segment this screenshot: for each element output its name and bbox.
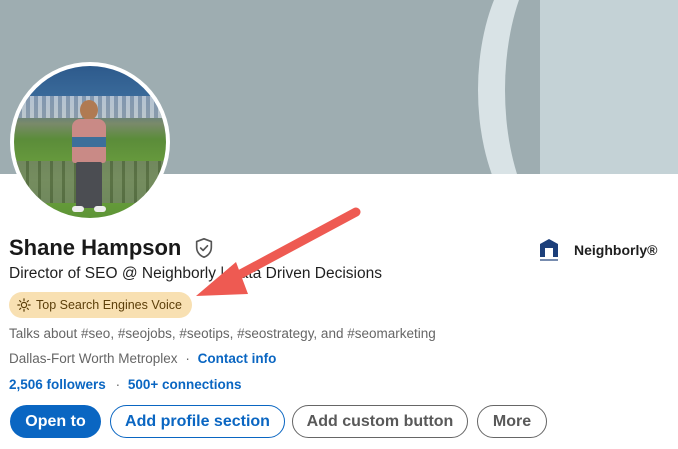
photo-person-head bbox=[80, 100, 98, 120]
profile-photo[interactable] bbox=[10, 62, 170, 222]
photo-person-shoe bbox=[72, 206, 84, 212]
more-button[interactable]: More bbox=[477, 405, 547, 438]
open-to-button[interactable]: Open to bbox=[10, 405, 101, 438]
location-text: Dallas-Fort Worth Metroplex bbox=[9, 351, 178, 366]
neighborly-logo-icon bbox=[540, 239, 558, 261]
followers-link[interactable]: 2,506 followers bbox=[9, 377, 106, 392]
photo-person-shirt bbox=[72, 119, 106, 163]
location-row: Dallas-Fort Worth Metroplex · Contact in… bbox=[9, 351, 276, 366]
profile-name: Shane Hampson bbox=[9, 235, 182, 260]
current-company[interactable]: Neighborly® bbox=[538, 237, 657, 263]
profile-headline: Director of SEO @ Neighborly | Data Driv… bbox=[9, 265, 382, 282]
add-custom-button-button[interactable]: Add custom button bbox=[292, 405, 468, 438]
sun-icon bbox=[17, 298, 31, 312]
connections-link[interactable]: 500+ connections bbox=[128, 377, 242, 392]
add-profile-section-button[interactable]: Add profile section bbox=[110, 405, 285, 438]
talks-about: Talks about #seo, #seojobs, #seotips, #s… bbox=[9, 326, 436, 341]
photo-shirt-stripe bbox=[72, 137, 106, 147]
banner-band-shape bbox=[540, 0, 678, 174]
location-separator: · bbox=[185, 351, 190, 366]
photo-person-shoe bbox=[94, 206, 106, 212]
badge-label: Top Search Engines Voice bbox=[36, 298, 182, 312]
profile-photo-image bbox=[14, 66, 166, 218]
company-name: Neighborly® bbox=[574, 242, 658, 258]
top-voice-badge[interactable]: Top Search Engines Voice bbox=[9, 292, 192, 318]
verified-shield-icon[interactable] bbox=[193, 237, 215, 259]
network-row: 2,506 followers · 500+ connections bbox=[9, 377, 242, 392]
network-separator: · bbox=[115, 377, 121, 392]
photo-person-pants bbox=[76, 162, 102, 208]
contact-info-link[interactable]: Contact info bbox=[198, 351, 277, 366]
